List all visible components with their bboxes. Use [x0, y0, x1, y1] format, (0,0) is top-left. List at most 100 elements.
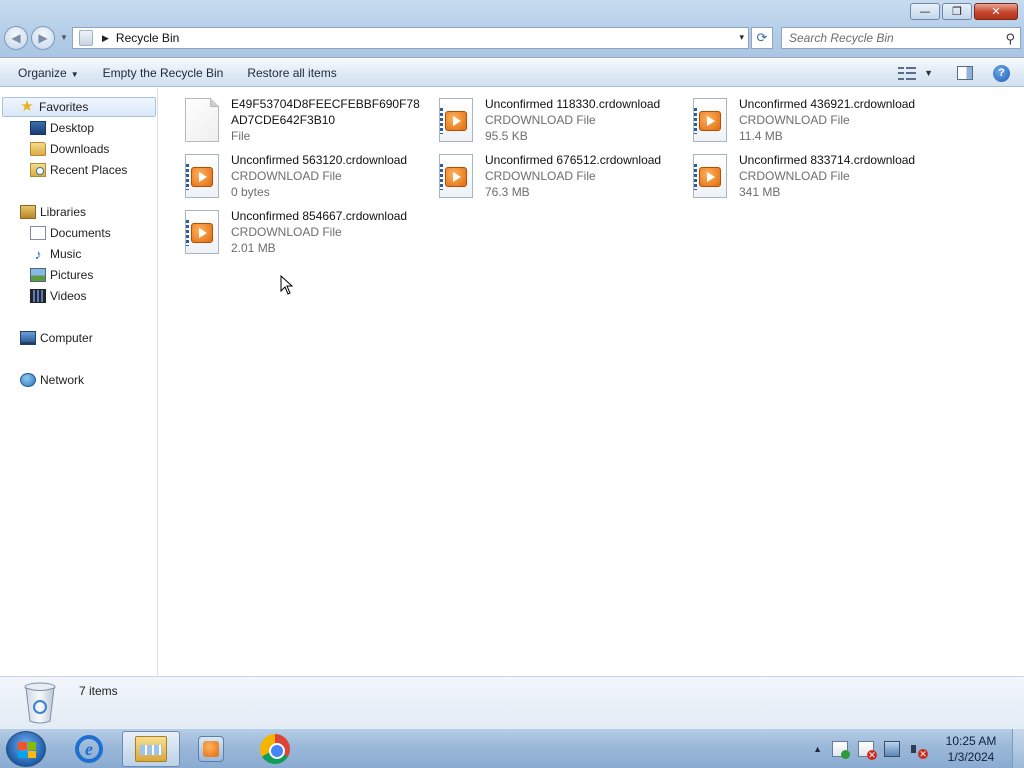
nav-libraries-label: Libraries — [40, 205, 87, 219]
taskbar-windows-media-player[interactable] — [182, 731, 240, 767]
recent-pages-dropdown[interactable]: ▼ — [60, 33, 68, 42]
minimize-button[interactable]: — — [910, 3, 940, 20]
file-tile[interactable]: Unconfirmed 436921.crdownload CRDOWNLOAD … — [667, 96, 917, 148]
downloads-folder-icon — [30, 142, 46, 156]
file-name: Unconfirmed 676512.crdownload — [485, 153, 662, 167]
restore-button[interactable]: ❐ — [942, 3, 972, 20]
nav-pictures[interactable]: Pictures — [30, 265, 93, 285]
nav-music-label: Music — [50, 247, 82, 261]
media-file-icon — [185, 210, 219, 254]
file-type: CRDOWNLOAD File — [485, 113, 596, 127]
file-size: 2.01 MB — [231, 241, 276, 255]
file-type: CRDOWNLOAD File — [231, 225, 342, 239]
nav-videos[interactable]: Videos — [30, 286, 86, 306]
show-hidden-icons-button[interactable]: ▲ — [813, 744, 822, 754]
file-name: Unconfirmed 436921.crdownload — [739, 97, 916, 111]
taskbar: e ▲ 10:25 AM 1/3/2024 — [0, 728, 1024, 768]
desktop-icon — [30, 121, 46, 135]
media-file-icon — [693, 154, 727, 198]
videos-filmstrip-icon — [30, 289, 46, 303]
volume-muted-icon[interactable] — [910, 741, 928, 759]
file-size: 0 bytes — [231, 185, 270, 199]
file-type: CRDOWNLOAD File — [231, 169, 342, 183]
empty-recycle-bin-button[interactable]: Empty the Recycle Bin — [91, 61, 236, 85]
organize-label: Organize — [18, 65, 67, 80]
search-icon[interactable]: ⚲ — [1005, 31, 1015, 47]
nav-favorites[interactable]: ★ Favorites — [2, 97, 156, 117]
nav-downloads[interactable]: Downloads — [30, 139, 109, 159]
file-tile[interactable]: Unconfirmed 118330.crdownload CRDOWNLOAD … — [413, 96, 663, 148]
media-file-icon — [439, 154, 473, 198]
address-dropdown-icon[interactable]: ▾ — [739, 32, 744, 43]
command-bar: Organize ▼ Empty the Recycle Bin Restore … — [0, 59, 1024, 87]
nav-computer[interactable]: Computer — [20, 328, 93, 348]
nav-libraries[interactable]: Libraries — [20, 202, 86, 222]
close-icon: ✕ — [991, 5, 1001, 18]
mouse-cursor-icon — [280, 275, 294, 295]
back-button[interactable]: ◀ — [4, 26, 28, 50]
file-tile[interactable]: Unconfirmed 854667.crdownload CRDOWNLOAD … — [159, 208, 409, 260]
change-view-icon[interactable] — [898, 66, 917, 80]
file-name: Unconfirmed 118330.crdownload — [485, 97, 661, 111]
breadcrumb-recycle-bin[interactable]: Recycle Bin — [116, 31, 179, 45]
file-name: Unconfirmed 563120.crdownload — [231, 153, 408, 167]
refresh-button[interactable]: ⟳ — [751, 27, 773, 49]
recycle-bin-icon — [24, 682, 56, 724]
breadcrumb-separator[interactable]: ▶ — [102, 33, 109, 44]
organize-button[interactable]: Organize ▼ — [0, 61, 91, 85]
nav-desktop[interactable]: Desktop — [30, 118, 94, 138]
nav-network-label: Network — [40, 373, 85, 387]
back-arrow-icon: ◀ — [11, 31, 21, 45]
network-status-icon[interactable] — [884, 741, 900, 757]
search-box[interactable]: ⚲ — [781, 27, 1021, 49]
file-type: CRDOWNLOAD File — [485, 169, 596, 183]
file-tile[interactable]: Unconfirmed 833714.crdownload CRDOWNLOAD … — [667, 152, 917, 204]
nav-recent-places[interactable]: Recent Places — [30, 160, 127, 180]
file-size: 341 MB — [739, 185, 781, 199]
file-name: E49F53704D8FEECFEBBF690F78AD7CDE642F3B10 — [231, 97, 420, 127]
show-desktop-button[interactable] — [1012, 729, 1024, 768]
details-pane: 7 items — [0, 676, 1024, 728]
favorites-star-icon: ★ — [20, 98, 34, 115]
file-tile[interactable]: Unconfirmed 676512.crdownload CRDOWNLOAD … — [413, 152, 663, 204]
file-size: 76.3 MB — [485, 185, 530, 199]
taskbar-windows-explorer[interactable] — [122, 731, 180, 767]
file-list: E49F53704D8FEECFEBBF690F78AD7CDE642F3B10… — [159, 88, 1024, 675]
media-file-icon — [185, 154, 219, 198]
start-button[interactable] — [6, 731, 46, 767]
address-bar[interactable]: ▶ Recycle Bin ▾ — [72, 27, 749, 49]
nav-desktop-label: Desktop — [50, 121, 95, 135]
file-name: Unconfirmed 833714.crdownload — [739, 153, 916, 167]
recycle-bin-icon — [79, 30, 93, 46]
command-bar-right: ▼ ? — [898, 59, 1024, 87]
restore-all-items-button[interactable]: Restore all items — [235, 61, 348, 85]
file-size: 11.4 MB — [739, 129, 783, 143]
chrome-icon — [260, 734, 290, 764]
taskbar-chrome[interactable] — [246, 731, 304, 767]
nav-favorites-label: Favorites — [39, 100, 89, 114]
view-options-dropdown[interactable]: ▼ — [924, 68, 933, 78]
windows-logo-icon — [18, 742, 36, 758]
action-center-ok-icon[interactable] — [832, 741, 850, 759]
file-tile[interactable]: E49F53704D8FEECFEBBF690F78AD7CDE642F3B10… — [159, 96, 420, 148]
nav-music[interactable]: ♪ Music — [30, 244, 82, 264]
network-globe-icon — [20, 373, 36, 387]
clock-time: 10:25 AM — [945, 734, 997, 748]
nav-documents[interactable]: Documents — [30, 223, 111, 243]
search-input[interactable] — [789, 29, 999, 47]
navigation-pane: ★ Favorites Desktop Downloads Recent Pla… — [0, 88, 158, 675]
action-center-alert-icon[interactable] — [858, 741, 877, 760]
nav-videos-label: Videos — [50, 289, 87, 303]
clock[interactable]: 10:25 AM 1/3/2024 — [936, 733, 1006, 765]
nav-recent-places-label: Recent Places — [50, 163, 128, 177]
file-tile[interactable]: Unconfirmed 563120.crdownload CRDOWNLOAD … — [159, 152, 409, 204]
nav-downloads-label: Downloads — [50, 142, 110, 156]
nav-network[interactable]: Network — [20, 370, 84, 390]
taskbar-internet-explorer[interactable]: e — [60, 731, 118, 767]
recent-places-icon — [30, 163, 46, 177]
internet-explorer-icon: e — [75, 735, 103, 763]
close-button[interactable]: ✕ — [974, 3, 1018, 20]
forward-button[interactable]: ▶ — [31, 26, 55, 50]
preview-pane-icon[interactable] — [957, 66, 973, 80]
help-icon[interactable]: ? — [993, 64, 1010, 82]
